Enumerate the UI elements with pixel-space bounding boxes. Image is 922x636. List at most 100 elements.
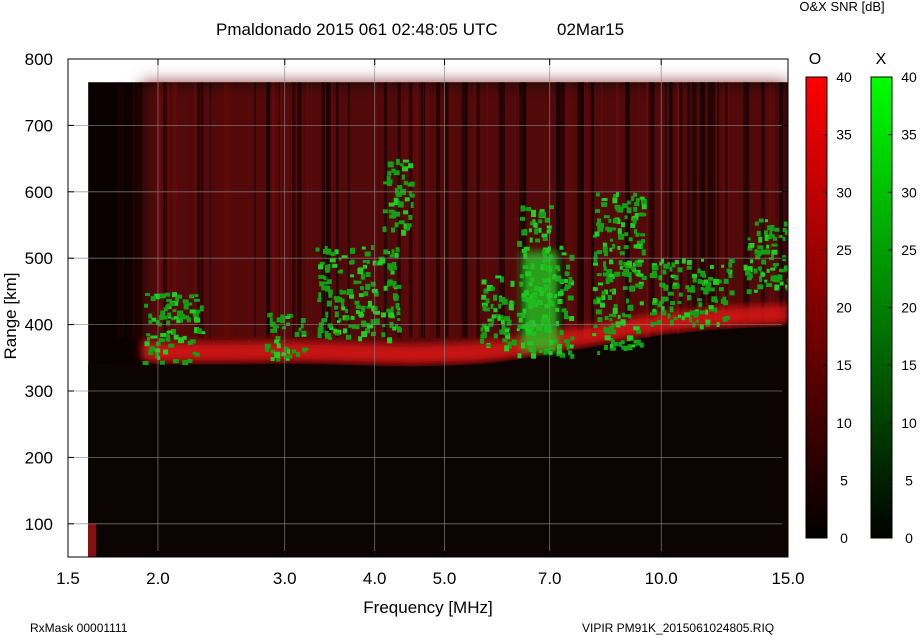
x-mode-echo [163, 349, 169, 355]
x-mode-echo [399, 163, 404, 167]
y-tick-label: 700 [25, 116, 53, 135]
x-mode-echo [595, 192, 600, 197]
heatmap-streak [726, 82, 730, 338]
x-mode-echo [499, 296, 506, 302]
x-mode-echo [689, 310, 696, 316]
x-mode-echo [508, 304, 514, 311]
x-mode-echo [609, 259, 614, 265]
x-mode-echo [569, 344, 574, 349]
x-mode-echo [172, 309, 177, 313]
x-mode-echo [701, 258, 705, 262]
x-mode-echo [766, 268, 770, 273]
x-mode-echo [397, 201, 404, 208]
x-mode-echo [533, 222, 538, 228]
x-mode-echo [163, 307, 168, 312]
x-mode-echo [774, 227, 780, 232]
x-mode-echo [146, 333, 151, 337]
x-tick-label: 2.0 [146, 569, 170, 588]
heatmap-streak [412, 82, 415, 338]
x-mode-echo [304, 347, 309, 351]
x-mode-echo [627, 272, 632, 278]
x-mode-echo [482, 304, 487, 311]
heatmap-streak [327, 82, 331, 338]
x-mode-echo [709, 287, 715, 292]
heatmap-streak [122, 82, 125, 338]
x-mode-echo [695, 319, 699, 323]
x-mode-echo [394, 211, 401, 217]
x-mode-echo [501, 324, 506, 330]
x-mode-echo [362, 259, 367, 263]
y-tick-label: 100 [25, 515, 53, 534]
colorbar-tick-label: 0 [840, 530, 848, 546]
x-mode-echo [397, 318, 401, 322]
x-mode-echo [669, 306, 674, 313]
heatmap-streak [400, 82, 403, 338]
x-mode-echo [387, 170, 392, 176]
x-mode-echo [641, 204, 647, 210]
x-mode-echo [367, 324, 374, 329]
x-mode-echo [538, 227, 542, 233]
heatmap-streak [139, 82, 142, 338]
x-mode-echo [610, 238, 614, 242]
x-mode-echo [623, 314, 629, 318]
x-mode-echo [628, 314, 632, 319]
x-mode-echo [360, 273, 365, 280]
x-mode-echo [671, 262, 676, 268]
x-mode-echo [627, 304, 634, 311]
x-mode-echo [670, 301, 676, 306]
x-mode-echo [319, 281, 325, 287]
x-mode-echo [624, 232, 629, 237]
x-mode-echo [770, 267, 776, 271]
x-mode-echo [559, 278, 565, 283]
x-mode-echo [640, 233, 646, 237]
x-tick-label: 1.5 [56, 569, 80, 588]
x-mode-echo [193, 298, 200, 302]
x-mode-echo [396, 284, 402, 289]
heatmap-streak [189, 82, 192, 338]
x-mode-echo [635, 232, 640, 237]
heatmap-streak [279, 82, 284, 338]
x-mode-echo [743, 264, 748, 271]
x-mode-echo [383, 285, 388, 291]
x-mode-echo [365, 283, 371, 290]
x-mode-echo [359, 286, 364, 291]
x-mode-echo [628, 276, 632, 283]
x-mode-echo [592, 287, 598, 292]
x-mode-echo [317, 327, 324, 334]
y-tick-label: 300 [25, 382, 53, 401]
heatmap-streak [423, 82, 426, 338]
x-mode-echo [637, 259, 644, 263]
x-mode-echo [517, 353, 522, 359]
colorbar-o: O 0 5 10 15 20 25 30 35 40 [805, 51, 852, 546]
x-mode-echo [629, 285, 636, 292]
x-mode-echo [607, 294, 612, 300]
heatmap-streak [132, 82, 135, 338]
heatmap-streak [306, 82, 309, 338]
x-mode-echo [674, 260, 679, 265]
x-mode-echo [356, 280, 362, 284]
plot-title: Pmaldonado 2015 061 02:48:05 UTC [216, 20, 498, 39]
x-mode-echo [341, 290, 347, 295]
x-mode-echo [561, 308, 567, 313]
x-mode-echo [394, 222, 399, 228]
x-mode-echo [601, 198, 608, 202]
x-tick-label: 5.0 [433, 569, 457, 588]
x-mode-echo [635, 283, 640, 288]
heatmap-streak [158, 82, 162, 338]
x-mode-echo [612, 218, 618, 224]
x-mode-echo [387, 161, 394, 168]
x-mode-echo [597, 223, 602, 229]
x-mode-echo [641, 276, 647, 281]
x-mode-echo [387, 279, 393, 286]
x-mode-echo [342, 328, 347, 334]
x-mode-echo [602, 246, 608, 253]
x-mode-echo [541, 233, 548, 238]
heatmap-streak [271, 82, 276, 338]
x-mode-echo [766, 283, 773, 288]
x-mode-echo [721, 264, 725, 268]
x-mode-echo [193, 316, 198, 321]
x-mode-echo [390, 227, 395, 233]
x-mode-echo [395, 247, 400, 253]
heatmap-streak [449, 82, 453, 338]
x-mode-echo [339, 298, 345, 303]
